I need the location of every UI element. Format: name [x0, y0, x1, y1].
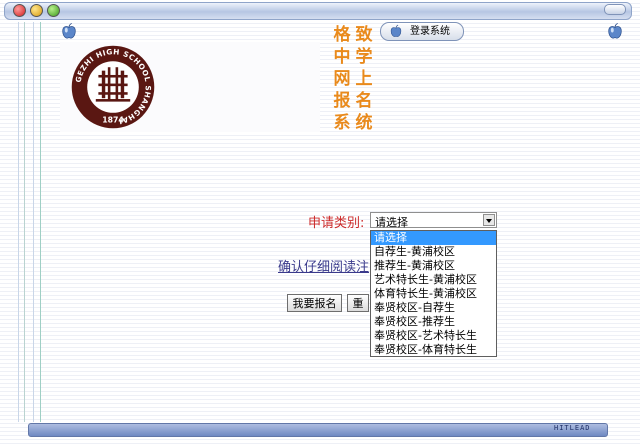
apple-icon	[390, 24, 402, 37]
frame-line	[33, 22, 34, 422]
zoom-window-button[interactable]	[47, 4, 60, 17]
application-type-label: 申请类别:	[308, 216, 365, 231]
bottom-status-bar	[28, 423, 608, 437]
confirm-read-notice-link[interactable]: 确认仔细阅读注	[278, 256, 370, 275]
frame-line	[40, 22, 41, 422]
select-current-value: 请选择	[375, 216, 408, 229]
title-char: 统	[355, 113, 373, 133]
minimize-window-button[interactable]	[30, 4, 43, 17]
dropdown-option[interactable]: 奉贤校区-自荐生	[371, 301, 496, 315]
window-title-bar	[4, 2, 632, 20]
title-char: 系	[333, 113, 351, 133]
application-type-dropdown: 请选择 自荐生-黄浦校区 推荐生-黄浦校区 艺术特长生-黄浦校区 体育特长生-黄…	[370, 230, 497, 357]
frame-line	[18, 22, 19, 422]
application-type-select[interactable]: 请选择	[370, 212, 497, 229]
reset-button[interactable]: 重	[347, 294, 369, 312]
login-system-label: 登录系统	[410, 26, 450, 37]
apple-icon	[608, 22, 622, 39]
apple-icon	[62, 22, 76, 39]
dropdown-option[interactable]: 奉贤校区-体育特长生	[371, 343, 496, 357]
chevron-down-icon[interactable]	[483, 214, 495, 226]
dropdown-option[interactable]: 体育特长生-黄浦校区	[371, 287, 496, 301]
toolbar-toggle-button[interactable]	[604, 4, 626, 15]
login-system-button[interactable]: 登录系统	[380, 22, 464, 41]
footer-brand-text: HITLEAD	[554, 424, 591, 432]
school-seal-logo: GEZHI HIGH SCHOOL SHANGHAI 1874	[71, 45, 155, 129]
dropdown-option[interactable]: 艺术特长生-黄浦校区	[371, 273, 496, 287]
dropdown-option[interactable]: 推荐生-黄浦校区	[371, 259, 496, 273]
dropdown-option[interactable]: 奉贤校区-艺术特长生	[371, 329, 496, 343]
dropdown-option[interactable]: 奉贤校区-推荐生	[371, 315, 496, 329]
dropdown-option[interactable]: 自荐生-黄浦校区	[371, 245, 496, 259]
dropdown-option[interactable]: 请选择	[371, 231, 496, 245]
frame-line	[24, 22, 25, 422]
close-window-button[interactable]	[13, 4, 26, 17]
seal-year: 1874	[102, 115, 124, 124]
apply-button[interactable]: 我要报名	[287, 294, 342, 312]
